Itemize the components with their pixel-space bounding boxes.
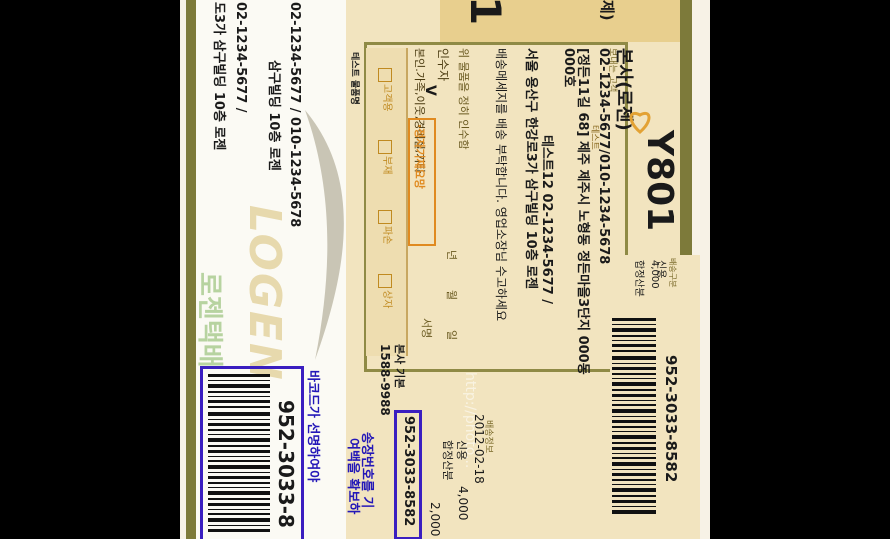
annotation-line1: 바코드가 선명하여야: [305, 370, 320, 483]
frame-stripe-left: [186, 0, 196, 539]
right-barcode-bars: [612, 318, 656, 514]
checkbox-item[interactable]: [378, 274, 392, 288]
checkbox-label: 파손: [381, 226, 392, 245]
right-tracking-number: 952-3033-8582: [662, 355, 680, 483]
receiver-phone: 02-1234-5677/010-1234-5678: [596, 48, 611, 265]
watermark: http://photo...: [462, 372, 478, 469]
receiver-sign-label: 인수자: [436, 48, 450, 82]
sender-phone-alt: 02-1234-5677 /: [233, 2, 248, 113]
heart-stamp-icon: [629, 112, 651, 134]
waybill-document: 02-1234-5677 / 010-1234-5678 02-1234-567…: [180, 0, 710, 539]
mid-fare-note: 합정산분: [441, 440, 454, 481]
header-corner-text: 제): [598, 0, 616, 21]
item-label: 위 물품을 정히 인수함: [457, 48, 470, 150]
receiver-address: [정든11길 68] 제주 제주시 노형동 정든마을3단지 000동: [575, 48, 590, 375]
date-label-year: 년: [445, 250, 458, 261]
hq-label: 본사 기본: [393, 344, 406, 389]
test-label: 테스트: [589, 125, 599, 150]
mid-fare-value: 4,000: [456, 486, 470, 521]
checkbox-column: 고객용 부재 파손 상자: [376, 60, 398, 310]
hq-phone: 1588-9988: [378, 344, 392, 416]
right-fare-value: 4,000: [649, 260, 660, 289]
date-label-day: 일: [445, 330, 458, 341]
company-label: 테스트 물품명: [349, 52, 359, 105]
mid-extra-value: 2,000: [428, 502, 442, 537]
sender-address-line: 서울 용산구 한강로3가 삼구빌딩 10층 로젠: [523, 48, 538, 290]
sign-label: 서명: [420, 318, 433, 339]
header-number: 1: [461, 0, 510, 26]
checkbox-item[interactable]: [378, 140, 392, 154]
date-label-month: 월: [445, 290, 458, 301]
sort-code: Y801: [639, 130, 680, 232]
delivery-message: 배송메세지를 배송 부탁합니다. 영업소장님 수고하세요: [494, 48, 508, 321]
annotation-line3: 여백을 확보하: [345, 438, 360, 515]
bottom-barcode-bars: [208, 374, 270, 532]
right-fare-note: 합정산분: [633, 260, 644, 297]
logo-brand: LOGEN: [239, 205, 290, 382]
bottom-tracking-number: 952-3033-8: [274, 400, 298, 528]
logo-brand-kr: 로젠택배: [194, 272, 224, 368]
stamp-label: ·정자기재요망: [413, 124, 426, 189]
checkbox-label: 부재: [381, 156, 392, 175]
checkbox-item[interactable]: [378, 210, 392, 224]
sender-address: 도3가 삼구빌딩 10층 로젠: [211, 2, 226, 151]
checkbox-label: 고객용: [381, 84, 392, 112]
boxed-tracking-number: 952-3033-8582: [401, 416, 416, 527]
checkbox-label: 상자: [381, 290, 392, 309]
checkbox-item[interactable]: [378, 68, 392, 82]
frame-stripe-top-right: [680, 0, 692, 260]
sender-address-line2: 삼구빌딩 10층 로젠: [266, 60, 281, 171]
